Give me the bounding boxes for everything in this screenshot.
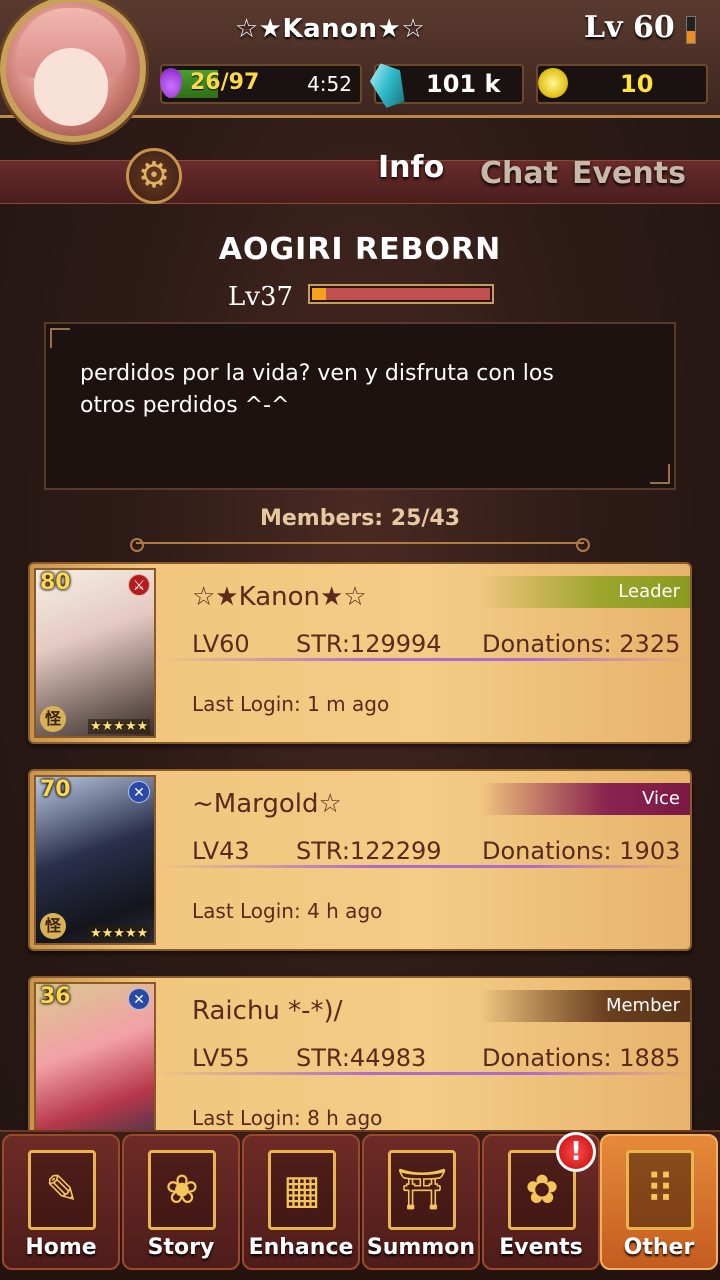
guild-xp-fill bbox=[312, 288, 326, 300]
avatar-face bbox=[34, 48, 108, 126]
nav-other-label: Other bbox=[623, 1235, 695, 1260]
grid-menu-icon: ⠿ bbox=[626, 1150, 694, 1230]
guild-xp-bar bbox=[308, 284, 494, 304]
guild-description: perdidos por la vida? ven y disfruta con… bbox=[80, 358, 650, 422]
star-rating: ★★★★★ bbox=[88, 926, 151, 941]
enhance-icon: ▦ bbox=[268, 1150, 336, 1230]
card-divider bbox=[156, 865, 690, 868]
tab-events[interactable]: Events bbox=[572, 156, 686, 191]
members-count: Members: 25/43 bbox=[259, 506, 461, 531]
nav-summon[interactable]: ⛩ Summon bbox=[362, 1134, 480, 1270]
guild-level: Lv37 bbox=[228, 282, 294, 312]
settings-gear-button[interactable]: ⚙ bbox=[126, 148, 182, 204]
member-last-login: Last Login: 1 m ago bbox=[192, 692, 390, 716]
stamina-meter: 26/97 4:52 bbox=[160, 64, 362, 104]
crystal-counter[interactable]: 101 k bbox=[374, 64, 524, 104]
card-divider bbox=[156, 1072, 690, 1075]
portrait-level: 80 bbox=[40, 570, 71, 595]
member-name: ~Margold☆ bbox=[192, 789, 342, 819]
member-stats: LV55 STR:44983 Donations: 1885 bbox=[192, 1044, 688, 1074]
member-stats: LV43 STR:122299 Donations: 1903 bbox=[192, 837, 688, 867]
player-avatar[interactable] bbox=[0, 0, 146, 142]
clipboard-icon: ✎ bbox=[28, 1150, 96, 1230]
member-portrait: 36 ✕ bbox=[34, 982, 156, 1152]
member-role-badge: Vice bbox=[480, 783, 690, 815]
crystal-value: 101 k bbox=[426, 70, 501, 98]
member-card[interactable]: 80 ⚔ 怪 ★★★★★ ☆★Kanon★☆ Leader LV60 STR:1… bbox=[28, 562, 692, 744]
member-card[interactable]: 70 ✕ 怪 ★★★★★ ~Margold☆ Vice LV43 STR:122… bbox=[28, 769, 692, 951]
portrait-level: 70 bbox=[40, 777, 71, 802]
guild-description-box: perdidos por la vida? ven y disfruta con… bbox=[44, 322, 676, 490]
nav-other[interactable]: ⠿ Other bbox=[600, 1134, 718, 1270]
player-name: ☆★Kanon★☆ bbox=[234, 14, 426, 44]
ornamental-divider bbox=[130, 538, 590, 552]
card-divider bbox=[156, 658, 690, 661]
nav-summon-label: Summon bbox=[366, 1235, 476, 1260]
tab-chat[interactable]: Chat bbox=[480, 156, 558, 191]
member-strength: STR:129994 bbox=[296, 630, 442, 658]
nav-home-label: Home bbox=[25, 1235, 97, 1260]
nav-enhance[interactable]: ▦ Enhance bbox=[242, 1134, 360, 1270]
guild-xp-remaining bbox=[326, 288, 490, 300]
stamina-value: 26/97 bbox=[190, 70, 260, 95]
cross-icon: ✕ bbox=[128, 988, 150, 1010]
member-strength: STR:44983 bbox=[296, 1044, 427, 1072]
member-role-badge: Leader bbox=[480, 576, 690, 608]
member-level: LV43 bbox=[192, 837, 250, 865]
nav-enhance-label: Enhance bbox=[248, 1235, 354, 1260]
sword-icon: ⚔ bbox=[128, 574, 150, 596]
member-portrait: 70 ✕ 怪 ★★★★★ bbox=[34, 775, 156, 945]
nav-events[interactable]: ✿ Events ! bbox=[482, 1132, 600, 1270]
member-level: LV60 bbox=[192, 630, 250, 658]
guild-description-line-1: perdidos por la vida? ven y disfruta con… bbox=[80, 361, 554, 386]
member-name: Raichu *-*)/ bbox=[192, 996, 343, 1026]
coin-counter[interactable]: 10 bbox=[536, 64, 708, 104]
member-strength: STR:122299 bbox=[296, 837, 442, 865]
gear-icon: ⚙ bbox=[137, 155, 171, 196]
member-name: ☆★Kanon★☆ bbox=[192, 582, 367, 612]
cross-icon: ✕ bbox=[128, 781, 150, 803]
rarity-badge: 怪 bbox=[40, 913, 66, 939]
member-portrait: 80 ⚔ 怪 ★★★★★ bbox=[34, 568, 156, 738]
nav-events-label: Events bbox=[499, 1235, 583, 1260]
star-rating: ★★★★★ bbox=[88, 719, 151, 734]
nav-home[interactable]: ✎ Home bbox=[2, 1134, 120, 1270]
notification-badge: ! bbox=[556, 1132, 596, 1172]
nav-story[interactable]: ❀ Story bbox=[122, 1134, 240, 1270]
member-last-login: Last Login: 4 h ago bbox=[192, 899, 383, 923]
stamina-timer: 4:52 bbox=[307, 72, 352, 96]
portrait-level: 36 bbox=[40, 984, 71, 1009]
player-level: Lv 60 bbox=[584, 10, 675, 45]
rarity-badge: 怪 bbox=[40, 706, 66, 732]
coin-icon bbox=[538, 68, 568, 98]
member-donations: Donations: 1903 bbox=[482, 837, 681, 865]
level-progress-gauge bbox=[686, 16, 696, 44]
tab-info[interactable]: Info bbox=[378, 150, 444, 185]
member-level: LV55 bbox=[192, 1044, 250, 1072]
member-last-login: Last Login: 8 h ago bbox=[192, 1106, 383, 1130]
torii-gate-icon: ⛩ bbox=[388, 1150, 456, 1230]
member-role-badge: Member bbox=[480, 990, 690, 1022]
scroll-icon: ❀ bbox=[148, 1150, 216, 1230]
guild-name: AOGIRI REBORN bbox=[218, 232, 502, 267]
guild-description-line-2: otros perdidos ^-^ bbox=[80, 393, 290, 418]
nav-story-label: Story bbox=[147, 1235, 215, 1260]
coin-value: 10 bbox=[620, 70, 654, 98]
member-donations: Donations: 2325 bbox=[482, 630, 681, 658]
member-donations: Donations: 1885 bbox=[482, 1044, 681, 1072]
member-stats: LV60 STR:129994 Donations: 2325 bbox=[192, 630, 688, 660]
